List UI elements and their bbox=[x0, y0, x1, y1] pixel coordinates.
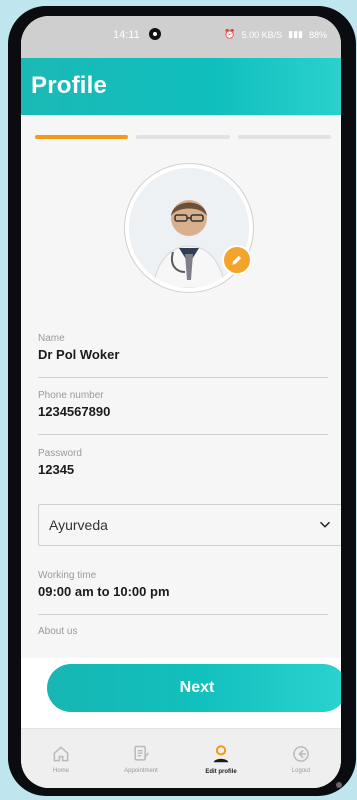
page-title: Profile bbox=[31, 72, 108, 99]
phone-field[interactable]: Phone number 1234567890 bbox=[38, 390, 328, 435]
app-header: Profile bbox=[21, 58, 341, 115]
password-value: 12345 bbox=[38, 462, 75, 477]
appointment-icon bbox=[134, 745, 150, 761]
footer-action: Next bbox=[21, 658, 341, 728]
alarm-icon: ⏰ bbox=[224, 29, 236, 39]
battery-level: 88% bbox=[308, 29, 327, 40]
specialty-value: Ayurveda bbox=[49, 517, 108, 533]
notification-icon bbox=[149, 28, 161, 40]
status-time: 14:11 bbox=[113, 29, 140, 41]
network-speed: 5.00 KB/S bbox=[241, 29, 283, 40]
device-camera-dot bbox=[336, 782, 342, 788]
app-screen: 14:11 ⏰ 5.00 KB/S ▮▮▮ 88% Profile Name D… bbox=[21, 16, 341, 788]
nav-label-logout: Logout bbox=[291, 768, 311, 774]
about-field[interactable]: About us bbox=[38, 626, 328, 640]
device-frame: 14:11 ⏰ 5.00 KB/S ▮▮▮ 88% Profile Name D… bbox=[8, 6, 356, 796]
profile-icon bbox=[213, 745, 229, 763]
status-bar: 14:11 ⏰ 5.00 KB/S ▮▮▮ 88% bbox=[21, 16, 341, 58]
name-value: Dr Pol Woker bbox=[38, 347, 120, 362]
edit-avatar-button[interactable] bbox=[222, 245, 252, 275]
nav-item-home[interactable]: Home bbox=[21, 729, 101, 788]
working-time-label: Working time bbox=[38, 570, 97, 581]
step-2-progress bbox=[136, 135, 230, 139]
next-button[interactable]: Next bbox=[47, 664, 341, 712]
name-label: Name bbox=[38, 333, 65, 344]
home-icon bbox=[53, 746, 69, 762]
bottom-navigation: Home Appointment Edit profile Logout bbox=[21, 728, 341, 788]
status-icons: ⏰ 5.00 KB/S ▮▮▮ 88% bbox=[224, 29, 327, 40]
nav-label-home: Home bbox=[52, 768, 69, 774]
phone-label: Phone number bbox=[38, 390, 104, 401]
nav-item-edit-profile[interactable]: Edit profile bbox=[181, 729, 261, 788]
chevron-down-icon bbox=[320, 521, 330, 528]
step-3-progress bbox=[237, 135, 331, 139]
logout-icon bbox=[293, 746, 309, 762]
working-time-field[interactable]: Working time 09:00 am to 10:00 pm bbox=[38, 570, 328, 615]
nav-label-edit-profile: Edit profile bbox=[205, 769, 237, 775]
nav-label-appointment: Appointment bbox=[124, 768, 158, 774]
pencil-icon bbox=[232, 255, 242, 265]
step-1-progress bbox=[35, 135, 129, 139]
phone-value: 1234567890 bbox=[38, 404, 111, 419]
name-field[interactable]: Name Dr Pol Woker bbox=[38, 333, 328, 378]
working-time-value: 09:00 am to 10:00 pm bbox=[38, 584, 170, 599]
password-field[interactable]: Password 12345 bbox=[38, 448, 328, 477]
password-label: Password bbox=[38, 448, 82, 459]
specialty-select[interactable]: Ayurveda bbox=[38, 504, 341, 546]
signal-icon: ▮▮▮ bbox=[288, 29, 303, 39]
nav-item-logout[interactable]: Logout bbox=[261, 729, 341, 788]
nav-item-appointment[interactable]: Appointment bbox=[101, 729, 181, 788]
about-label: About us bbox=[38, 626, 78, 637]
step-progress bbox=[21, 115, 341, 143]
